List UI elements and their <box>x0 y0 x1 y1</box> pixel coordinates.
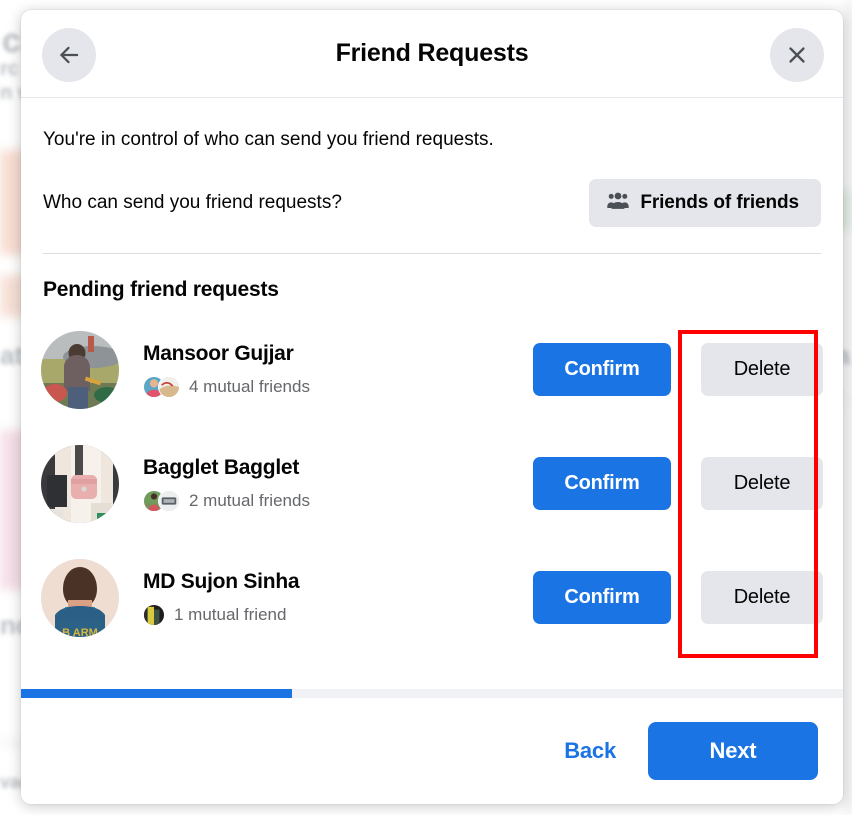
confirm-button[interactable]: Confirm <box>533 343 671 397</box>
back-link-button[interactable]: Back <box>558 730 622 772</box>
confirm-button[interactable]: Confirm <box>533 457 671 511</box>
svg-text:B ARM: B ARM <box>62 627 98 637</box>
mutual-avatar <box>158 490 180 513</box>
mutual-friends-count: 2 mutual friends <box>189 491 310 511</box>
mutual-friends-row: 4 mutual friends <box>143 376 533 399</box>
avatar[interactable]: B ARM <box>41 558 119 637</box>
audience-selector-button[interactable]: Friends of friends <box>589 178 821 227</box>
progress-bar <box>21 689 843 698</box>
audience-selector-value: Friends of friends <box>640 191 799 213</box>
dialog-footer: Back Next <box>21 698 843 804</box>
backdrop-text: rc <box>0 58 19 80</box>
mutual-avatar <box>158 376 180 399</box>
person-name[interactable]: Mansoor Gujjar <box>143 341 533 367</box>
mutual-friends-count: 4 mutual friends <box>189 377 310 397</box>
avatar[interactable] <box>41 330 119 409</box>
friend-requests-dialog: Friend Requests You're in control of who… <box>21 10 843 804</box>
person-info: Bagglet Bagglet 2 mutual friends <box>119 455 533 513</box>
pending-requests-list: Mansoor Gujjar 4 mutual friends Confirm … <box>41 302 823 655</box>
avatar[interactable] <box>41 444 119 523</box>
friends-group-icon <box>607 192 630 213</box>
confirm-button[interactable]: Confirm <box>533 571 671 625</box>
pending-requests-heading: Pending friend requests <box>43 277 279 301</box>
dialog-header: Friend Requests <box>21 10 843 98</box>
mutual-friends-row: 1 mutual friend <box>143 604 533 627</box>
arrow-left-icon <box>56 42 82 68</box>
next-button[interactable]: Next <box>648 722 818 780</box>
delete-button[interactable]: Delete <box>701 343 823 397</box>
progress-bar-fill <box>21 689 293 698</box>
table-row: B ARM MD Sujon Sinha 1 mutual friend Con… <box>41 541 823 655</box>
person-name[interactable]: MD Sujon Sinha <box>143 569 533 595</box>
person-info: Mansoor Gujjar 4 mutual friends <box>119 341 533 399</box>
row-actions: Confirm Delete <box>533 343 823 397</box>
row-actions: Confirm Delete <box>533 457 823 511</box>
table-row: Mansoor Gujjar 4 mutual friends Confirm … <box>41 313 823 427</box>
row-actions: Confirm Delete <box>533 571 823 625</box>
close-icon <box>785 43 809 67</box>
audience-control-row: Who can send you friend requests? Friend… <box>41 153 823 227</box>
screen: ckrcn vatncvacdao Friend Requests <box>0 0 852 815</box>
mutual-friends-row: 2 mutual friends <box>143 490 533 513</box>
intro-text: You're in control of who can send you fr… <box>43 129 494 150</box>
dialog-body: You're in control of who can send you fr… <box>21 98 843 689</box>
delete-button[interactable]: Delete <box>701 457 823 511</box>
mutual-friend-avatars <box>143 490 180 513</box>
backdrop-text: at <box>0 340 24 370</box>
dialog-title: Friend Requests <box>335 39 529 67</box>
audience-label: Who can send you friend requests? <box>43 191 342 213</box>
mutual-avatar <box>143 604 165 627</box>
table-row: Bagglet Bagglet 2 mutual friends Confirm… <box>41 427 823 541</box>
person-info: MD Sujon Sinha 1 mutual friend <box>119 569 533 627</box>
close-button[interactable] <box>770 28 824 82</box>
back-button[interactable] <box>42 28 96 82</box>
delete-button[interactable]: Delete <box>701 571 823 625</box>
backdrop-shade-right <box>846 0 852 815</box>
mutual-friend-avatars <box>143 604 165 627</box>
mutual-friends-count: 1 mutual friend <box>174 605 287 625</box>
mutual-friend-avatars <box>143 376 180 399</box>
person-name[interactable]: Bagglet Bagglet <box>143 455 533 481</box>
